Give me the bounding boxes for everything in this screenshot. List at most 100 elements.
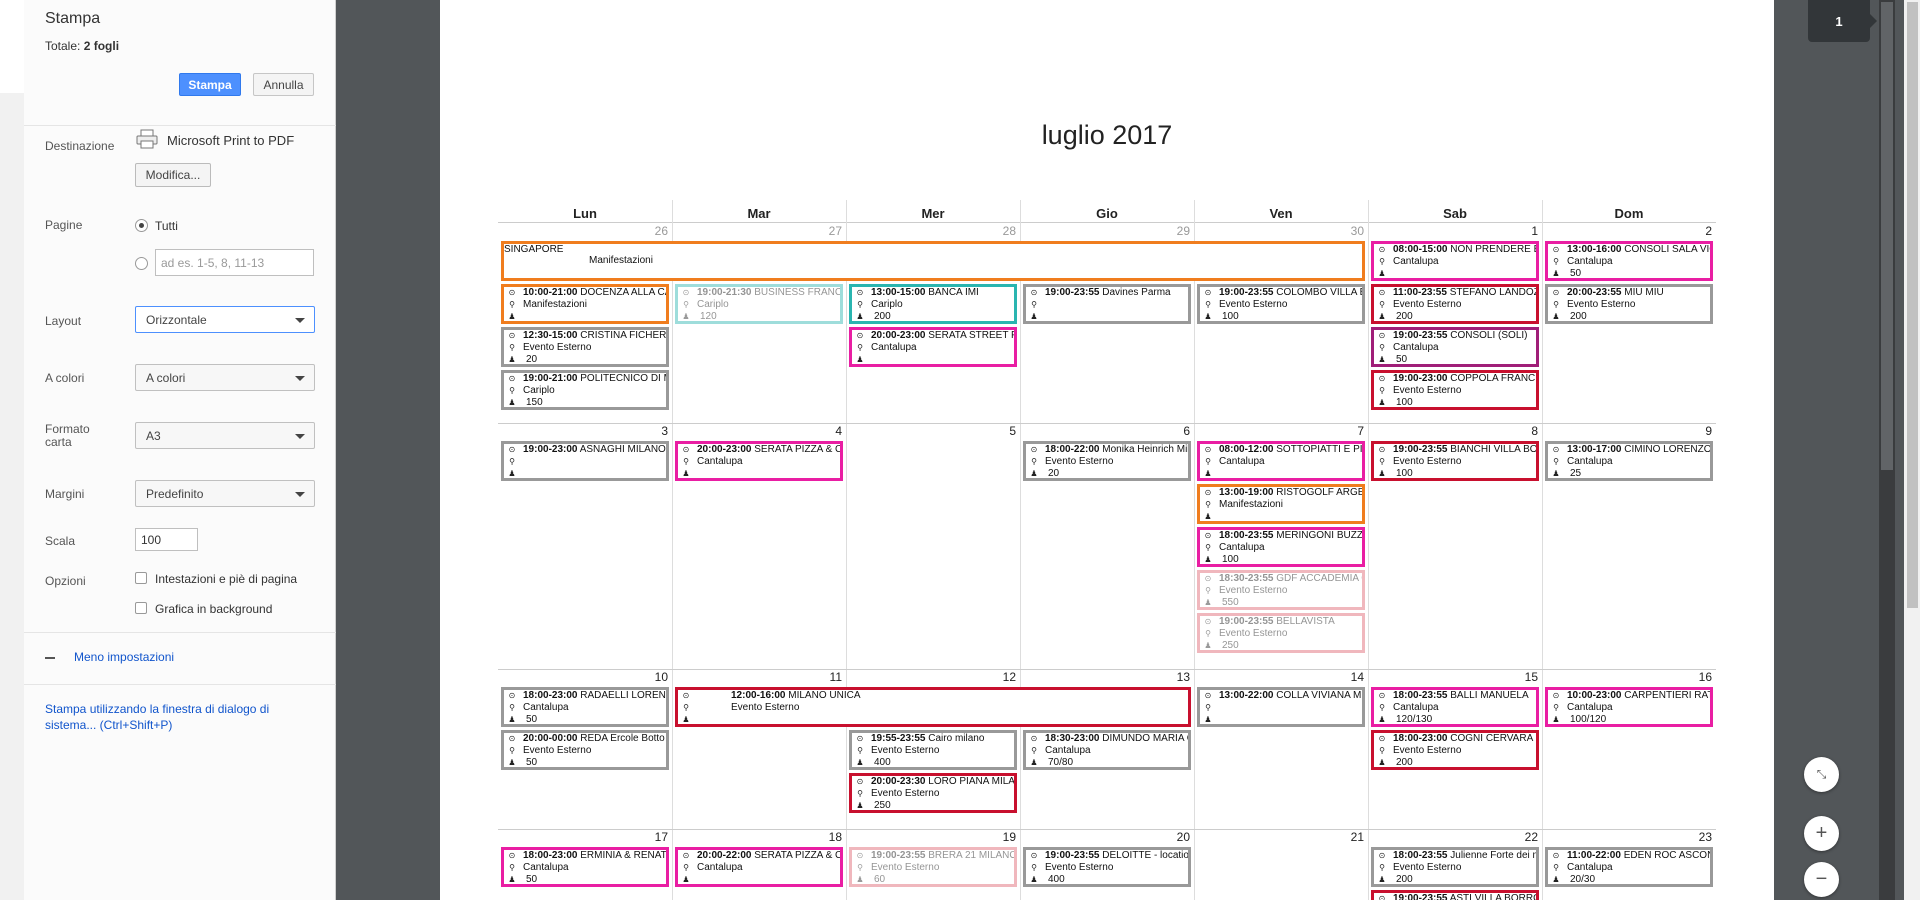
background-graphics-checkbox[interactable] — [135, 602, 147, 614]
scale-input[interactable]: 100 — [135, 528, 198, 551]
clock-icon: ⊙ — [1552, 691, 1560, 700]
calendar-event[interactable]: ⊙ 18:00-23:55 MERINGONI BUZZETT ⚲ Cantalupa… — [1197, 527, 1365, 567]
event-time-title: 18:00-23:00 COGNI CERVARA — [1393, 733, 1533, 745]
collapse-icon[interactable] — [45, 657, 55, 659]
calendar-event[interactable]: ⊙ 13:00-16:00 CONSOLI SALA VIGNE ⚲ Cantalup… — [1545, 241, 1713, 281]
person-icon: ♟ — [856, 758, 864, 767]
event-time-row: ⊙ 20:00-23:55 MIU MIU — [1551, 287, 1664, 299]
calendar-event[interactable]: ⊙ 11:00-22:00 EDEN ROC ASCONA ⚲ Cantalupa ♟ 2… — [1545, 847, 1713, 887]
calendar-event[interactable]: ⊙ 18:00-23:55 Julienne Forte dei mai ⚲ Even… — [1371, 847, 1539, 887]
calendar-event[interactable]: ⊙ 18:30-23:55 GDF ACCADEMIA Città ⚲ Evento … — [1197, 570, 1365, 610]
event-place-row: ⚲ Cantalupa — [681, 456, 743, 468]
calendar-event[interactable]: ⊙ 08:00-12:00 SOTTOPIATTI E PIATTI ⚲ Cantal… — [1197, 441, 1365, 481]
calendar-event[interactable]: ⊙ 13:00-22:00 COLLA VIVIANA MEDC ⚲ ♟ — [1197, 687, 1365, 727]
calendar-event[interactable]: ⊙ 19:55-23:55 Cairo milano ⚲ Evento Esterno… — [849, 730, 1017, 770]
paper-size-select[interactable]: A3 — [135, 422, 315, 449]
color-select[interactable]: A colori — [135, 364, 315, 391]
calendar-event[interactable]: ⊙ 20:00-00:00 REDA Ercole Botto - M ⚲ Event… — [501, 730, 669, 770]
event-title: SINGAPORE — [504, 244, 564, 255]
calendar-event[interactable]: ⊙ 20:00-23:00 SERATA PIZZA & CHAM ⚲ Cantalu… — [675, 441, 843, 481]
person-icon: ♟ — [856, 801, 864, 810]
calendar-event[interactable]: ⊙ 19:00-21:00 POLITECNICO DI MILA ⚲ Cariplo… — [501, 370, 669, 410]
event-title: COPPOLA FRANCESCA — [1450, 373, 1536, 384]
less-settings-link[interactable]: Meno impostazioni — [74, 650, 174, 664]
event-people: 250 — [874, 800, 891, 811]
event-time-row: ⊙ 19:00-23:55 BRERA 21 MILANO — [855, 850, 1014, 862]
calendar-event[interactable]: ⊙ 19:00-23:55 BRERA 21 MILANO ⚲ Evento Este… — [849, 847, 1017, 887]
person-icon: ♟ — [1204, 312, 1212, 321]
event-place: Cantalupa — [1567, 862, 1613, 873]
calendar-event[interactable]: ⊙ 19:00-23:00 COPPOLA FRANCESCA ⚲ Evento Es… — [1371, 370, 1539, 410]
system-dialog-link[interactable]: Stampa utilizzando la finestra di dialog… — [45, 701, 305, 733]
event-people-row: ♟ — [1203, 468, 1213, 478]
calendar-event[interactable]: ⊙ 18:00-23:00 RADAELLI LORENZO C ⚲ Cantalup… — [501, 687, 669, 727]
preview-scrollbar-thumb[interactable] — [1881, 2, 1893, 470]
panel-left-strip — [0, 0, 24, 900]
calendar-event[interactable]: ⊙ 19:00-23:55 CONSOLI (SOLI) ⚲ Cantalupa ♟ 50 — [1371, 327, 1539, 367]
fit-page-icon[interactable]: ⤡ — [1804, 757, 1839, 792]
calendar-event[interactable]: ⊙ 11:00-23:55 STEFANO LANDOZZI U ⚲ Evento E… — [1371, 284, 1539, 324]
calendar-event[interactable]: ⊙ 10:00-23:00 CARPENTIERI RATTI ⚲ Cantalupa… — [1545, 687, 1713, 727]
pages-range-radio[interactable] — [135, 257, 148, 270]
event-place-row: ⚲ Evento Esterno — [507, 342, 591, 354]
event-place: Evento Esterno — [1393, 745, 1462, 756]
calendar-event[interactable]: ⊙ 19:00-23:55 BIANCHI VILLA BORRO ⚲ Evento … — [1371, 441, 1539, 481]
print-button[interactable]: Stampa — [179, 73, 241, 96]
person-icon: ♟ — [1552, 469, 1560, 478]
calendar-event[interactable]: ⊙ 12:00-16:00 MILANO UNICA ⚲ Evento Esterno… — [675, 687, 1191, 727]
calendar-event[interactable]: ⊙ 18:00-23:55 BALLI MANUELA ⚲ Cantalupa ♟ 120… — [1371, 687, 1539, 727]
calendar-event[interactable]: ⊙ 20:00-23:00 SERATA STREET FOOD ⚲ Cantalup… — [849, 327, 1017, 367]
event-place: Cantalupa — [1045, 745, 1091, 756]
calendar-event[interactable]: ⊙ 19:00-21:30 BUSINESS FRANCE ⚲ Cariplo ♟ 120 — [675, 284, 843, 324]
calendar-event[interactable]: ⊙ 10:00-21:00 DOCENZA ALLA CATTO ⚲ Manifest… — [501, 284, 669, 324]
event-people-row: ♟ 200 — [1377, 757, 1412, 767]
margins-select[interactable]: Predefinito — [135, 480, 315, 507]
calendar-event[interactable]: ⊙ 18:00-23:00 ERMINIA & RENATA CA ⚲ Cantalu… — [501, 847, 669, 887]
layout-select[interactable]: Orizzontale — [135, 306, 315, 333]
calendar-event[interactable]: ⊙ 13:00-19:00 RISTOGOLF ARGENTA ⚲ Manifesta… — [1197, 484, 1365, 524]
modify-destination-button[interactable]: Modifica... — [135, 163, 211, 187]
event-title: BUSINESS FRANCE — [751, 287, 843, 298]
calendar-event[interactable]: ⊙ 19:00-23:55 COLOMBO VILLA BOR ⚲ Evento Es… — [1197, 284, 1365, 324]
calendar-event[interactable]: ⊙ 13:00-17:00 CIMINO LORENZO CA ⚲ Cantalupa… — [1545, 441, 1713, 481]
calendar-event[interactable]: ⊙ 19:00-23:55 Davines Parma ⚲ ♟ — [1023, 284, 1191, 324]
zoom-in-button[interactable]: + — [1804, 816, 1839, 851]
event-time-title: 10:00-21:00 DOCENZA ALLA CATTO — [523, 287, 666, 299]
calendar-event[interactable]: ⊙ 18:00-22:00 Monika Heinrich Mila ⚲ Evento… — [1023, 441, 1191, 481]
calendar-event[interactable]: ⊙ 19:00-23:55 DELOITTE - location d ⚲ Event… — [1023, 847, 1191, 887]
day-number: 26 — [654, 224, 668, 238]
pages-range-input[interactable]: ad es. 1-5, 8, 11-13 — [155, 249, 314, 276]
person-icon: ♟ — [1204, 555, 1212, 564]
event-people-row: ♟ — [1377, 268, 1387, 278]
pages-all-radio[interactable] — [135, 219, 148, 232]
event-place: Manifestazioni — [1219, 499, 1283, 510]
event-time: 20:00-23:55 — [1567, 287, 1622, 298]
calendar-event[interactable]: ⊙19:00-23:55 ASTI VILLA BORROMEO⚲♟ — [1371, 890, 1539, 900]
event-time-title: 18:30-23:00 DIMUNDO MARIA GRA — [1045, 733, 1188, 745]
event-time-title: 13:00-16:00 CONSOLI SALA VIGNE — [1567, 244, 1710, 256]
event-place: Cantalupa — [523, 862, 569, 873]
calendar-event[interactable]: ⊙ 13:00-15:00 BANCA IMI ⚲ Cariplo ♟ 200 — [849, 284, 1017, 324]
event-time-row: ⊙ 18:00-23:55 Julienne Forte dei mai — [1377, 850, 1536, 862]
event-time-row: ⊙ 18:00-23:00 COGNI CERVARA — [1377, 733, 1534, 745]
calendar-event[interactable]: ⊙ 20:00-22:00 SERATA PIZZA & CHAM ⚲ Cantalu… — [675, 847, 843, 887]
location-pin-icon: ⚲ — [1379, 457, 1385, 466]
calendar-event[interactable]: SINGAPORE Manifestazioni — [501, 241, 1365, 281]
event-time-row: ⊙ 20:00-23:30 LORO PIANA MILANO — [855, 776, 1014, 788]
event-time-row: ⊙ 20:00-00:00 REDA Ercole Botto - M — [507, 733, 666, 745]
zoom-out-button[interactable]: − — [1804, 862, 1839, 897]
calendar-event[interactable]: ⊙ 19:00-23:55 BELLAVISTA ⚲ Evento Esterno ♟ 2… — [1197, 613, 1365, 653]
calendar-event[interactable]: ⊙ 20:00-23:55 MIU MIU ⚲ Evento Esterno ♟ 200 — [1545, 284, 1713, 324]
calendar-event[interactable]: ⊙ 12:30-15:00 CRISTINA FICHERA ⚲ Evento Est… — [501, 327, 669, 367]
event-place: Evento Esterno — [1045, 456, 1114, 467]
calendar-event[interactable]: ⊙ 20:00-23:30 LORO PIANA MILANO ⚲ Evento Es… — [849, 773, 1017, 813]
day-number: 15 — [1524, 670, 1538, 684]
window-scrollbar-thumb[interactable] — [1907, 2, 1918, 608]
cancel-button[interactable]: Annulla — [253, 73, 314, 96]
calendar-event[interactable]: ⊙ 19:00-23:00 ASNAGHI MILANO ⚲ ♟ — [501, 441, 669, 481]
calendar-event[interactable]: ⊙ 08:00-15:00 NON PRENDERE BANQ ⚲ Cantalupa… — [1371, 241, 1539, 281]
calendar-event[interactable]: ⊙ 18:00-23:00 COGNI CERVARA ⚲ Evento Estern… — [1371, 730, 1539, 770]
calendar-event[interactable]: ⊙ 18:30-23:00 DIMUNDO MARIA GRA ⚲ Cantalupa… — [1023, 730, 1191, 770]
event-title: REDA Ercole Botto - M — [580, 733, 666, 744]
headers-footers-checkbox[interactable] — [135, 572, 147, 584]
